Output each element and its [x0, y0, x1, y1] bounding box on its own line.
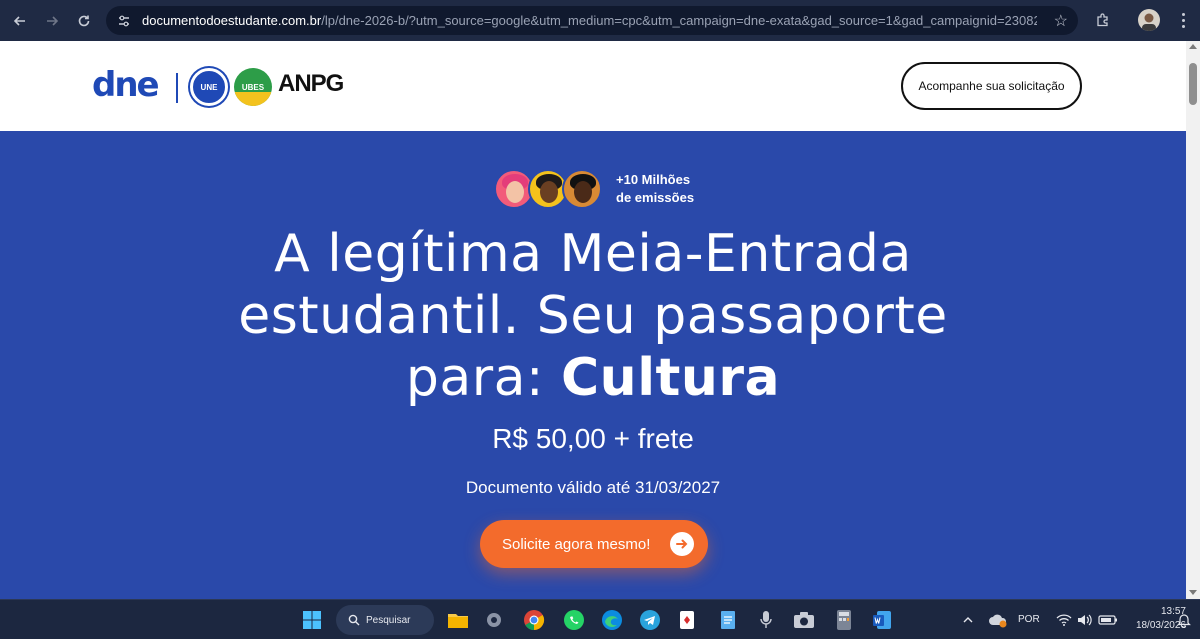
page-scrollbar[interactable] [1186, 41, 1200, 599]
hero-section: +10 Milhões de emissões A legítima Meia-… [0, 131, 1186, 599]
taskbar-search[interactable]: Pesquisar [336, 605, 434, 635]
logo-divider [176, 73, 178, 103]
request-now-button[interactable]: Solicite agora mesmo! [480, 520, 708, 568]
headline-prefix: para: [405, 348, 562, 408]
notification-bell-icon[interactable] [1172, 608, 1196, 632]
scroll-down-arrow-icon[interactable] [1189, 590, 1197, 595]
browser-menu-icon[interactable] [1176, 9, 1190, 31]
url-domain: documentodoestudante.com.br [142, 13, 322, 28]
solitaire-cards-icon[interactable] [676, 608, 700, 632]
camera-icon[interactable] [792, 608, 816, 632]
une-logo: UNE [190, 68, 228, 106]
search-label: Pesquisar [366, 614, 411, 626]
emissions-count: +10 Milhões de emissões [616, 171, 694, 207]
chrome-icon[interactable] [522, 608, 546, 632]
language-indicator[interactable]: POR [1018, 614, 1040, 625]
track-request-button[interactable]: Acompanhe sua solicitação [901, 62, 1082, 110]
whatsapp-icon[interactable] [562, 608, 586, 632]
profile-avatar[interactable] [1138, 9, 1160, 31]
une-logo-text: UNE [200, 82, 218, 92]
telegram-icon[interactable] [638, 608, 662, 632]
anpg-logo: ANPG [278, 70, 344, 97]
student-avatars [494, 169, 602, 209]
scroll-up-arrow-icon[interactable] [1189, 44, 1197, 49]
extensions-puzzle-icon[interactable] [1092, 9, 1114, 31]
headline-line-3: para: Cultura [0, 347, 1186, 409]
bookmark-star-icon[interactable]: ☆ [1054, 11, 1068, 31]
reload-icon[interactable] [70, 7, 98, 35]
headline-line-2: estudantil. Seu passaporte [238, 286, 948, 346]
ubes-logo: UBES [234, 68, 272, 106]
emissions-count-line1: +10 Milhões [616, 172, 691, 187]
anpg-logo-text: ANPG [278, 70, 344, 97]
voice-recorder-icon[interactable] [754, 608, 778, 632]
scrollbar-thumb[interactable] [1189, 63, 1197, 105]
settings-gear-icon[interactable] [482, 608, 506, 632]
volume-icon[interactable] [1072, 608, 1096, 632]
headline-highlight: Cultura [561, 348, 781, 408]
site-header: dne UNE UBES ANPG Acompanhe sua solicita… [0, 41, 1186, 131]
chevron-up-icon[interactable] [956, 608, 980, 632]
taskbar: Pesquisar POR 13:57 18/03/2026 [0, 599, 1200, 639]
validity-text: Documento válido até 31/03/2027 [465, 478, 721, 497]
notepad-icon[interactable] [716, 608, 740, 632]
emissions-count-line2: de emissões [616, 190, 695, 205]
onedrive-cloud-icon[interactable] [986, 608, 1010, 632]
forward-arrow-icon[interactable] [38, 7, 66, 35]
back-arrow-icon[interactable] [6, 7, 34, 35]
url-path: /lp/dne-2026-b/?utm_source=google&utm_me… [321, 13, 1037, 28]
url-text[interactable]: documentodoestudante.com.br/lp/dne-2026-… [142, 13, 1037, 28]
price-text: R$ 50,00 + frete [492, 423, 694, 454]
headline-line-1: A legítima Meia-Entrada [274, 224, 912, 284]
dne-logo[interactable]: dne [92, 68, 160, 102]
cta-label: Solicite agora mesmo! [502, 535, 651, 553]
student-avatar [562, 169, 602, 209]
file-explorer-icon[interactable] [446, 608, 470, 632]
browser-toolbar: documentodoestudante.com.br/lp/dne-2026-… [0, 0, 1200, 41]
edge-icon[interactable] [600, 608, 624, 632]
arrow-right-icon [670, 532, 694, 556]
hero-headline: A legítima Meia-Entrada estudantil. Seu … [0, 223, 1186, 409]
page-viewport: dne UNE UBES ANPG Acompanhe sua solicita… [0, 41, 1186, 599]
calculator-icon[interactable] [832, 608, 856, 632]
ubes-logo-text: UBES [241, 82, 265, 92]
search-icon [348, 614, 360, 626]
battery-icon[interactable] [1096, 608, 1120, 632]
windows-start-icon[interactable] [300, 608, 324, 632]
site-info-icon[interactable] [114, 11, 134, 31]
word-icon[interactable] [870, 608, 894, 632]
address-bar[interactable]: documentodoestudante.com.br/lp/dne-2026-… [106, 6, 1078, 35]
